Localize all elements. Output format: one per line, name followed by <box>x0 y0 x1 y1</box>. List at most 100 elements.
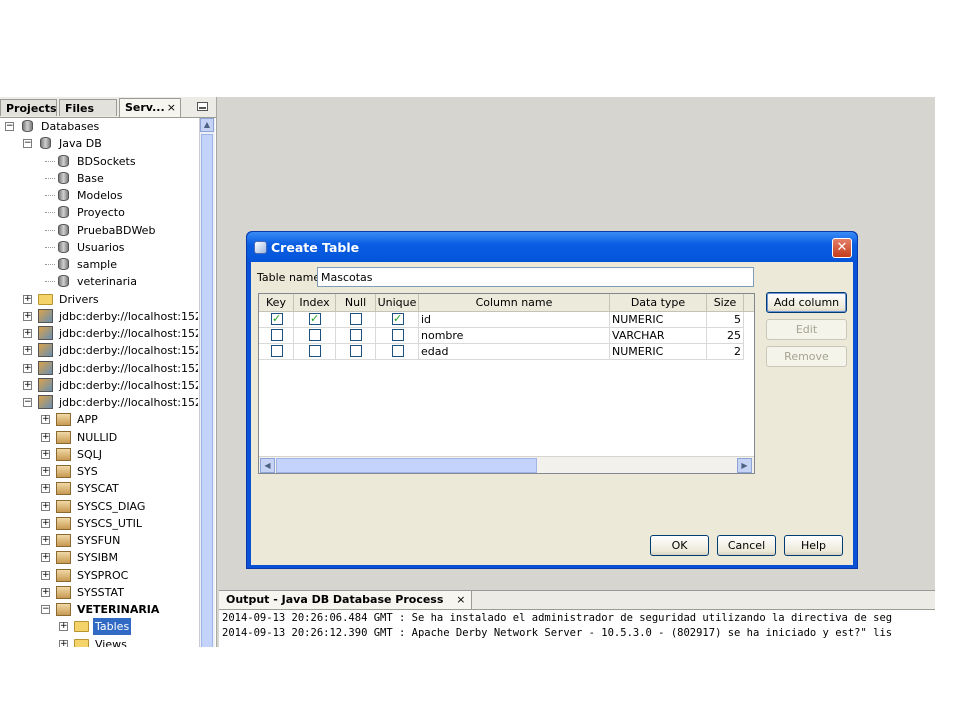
tree-node[interactable]: + SYSSTAT <box>0 584 198 601</box>
table-cell-name[interactable]: id <box>419 312 610 328</box>
scroll-up-arrow-icon[interactable]: ▲ <box>200 118 214 132</box>
expand-icon[interactable]: + <box>41 518 50 528</box>
expand-icon[interactable]: + <box>41 484 50 494</box>
expand-icon[interactable]: + <box>41 449 50 459</box>
close-icon[interactable]: × <box>456 591 465 609</box>
table-cell-size[interactable]: 5 <box>707 312 744 328</box>
table-row[interactable]: nombre VARCHAR 25 <box>259 328 754 344</box>
scrollbar-thumb[interactable] <box>201 134 213 647</box>
expand-icon[interactable]: + <box>23 346 32 356</box>
column-header-type[interactable]: Data type <box>610 294 707 311</box>
column-header-unique[interactable]: Unique <box>376 294 419 311</box>
tree-node[interactable]: Usuarios <box>0 239 198 256</box>
index-checkbox[interactable] <box>309 312 321 326</box>
tree-node[interactable]: Proyecto <box>0 204 198 221</box>
expand-icon[interactable]: + <box>41 432 50 442</box>
expand-icon[interactable]: + <box>59 639 68 647</box>
expand-icon[interactable]: + <box>41 570 50 580</box>
edit-button[interactable]: Edit <box>766 319 847 340</box>
dialog-title-bar[interactable]: Create Table ✕ <box>247 232 857 262</box>
expand-icon[interactable]: + <box>41 536 50 545</box>
tree-node[interactable]: sample <box>0 256 198 273</box>
expand-icon[interactable]: + <box>41 415 50 425</box>
table-row[interactable]: edad NUMERIC 2 <box>259 344 754 360</box>
tree-node[interactable]: + NULLID <box>0 429 198 446</box>
key-checkbox[interactable] <box>271 345 283 357</box>
index-checkbox[interactable] <box>309 345 321 357</box>
null-checkbox[interactable] <box>350 313 362 325</box>
expand-icon[interactable]: + <box>23 363 32 373</box>
table-cell-size[interactable]: 25 <box>707 328 744 344</box>
collapse-icon[interactable]: − <box>41 605 50 614</box>
cancel-button[interactable]: Cancel <box>717 535 776 556</box>
null-checkbox[interactable] <box>350 345 362 357</box>
collapse-icon[interactable]: − <box>23 398 32 407</box>
tree-node[interactable]: veterinaria <box>0 273 198 290</box>
table-horizontal-scrollbar[interactable]: ◀ ▶ <box>259 456 754 473</box>
tree-node[interactable]: + Drivers <box>0 291 198 308</box>
collapse-icon[interactable]: − <box>5 122 14 131</box>
collapse-icon[interactable]: − <box>23 139 32 149</box>
table-cell-name[interactable]: nombre <box>419 328 610 344</box>
tree-node[interactable]: + jdbc:derby://localhost:1527/s <box>0 377 198 394</box>
scroll-right-arrow-icon[interactable]: ▶ <box>737 458 752 473</box>
column-header-key[interactable]: Key <box>259 294 294 311</box>
tree-node[interactable]: + Views <box>0 636 198 647</box>
tree-node[interactable]: − Java DB <box>0 135 198 152</box>
help-button[interactable]: Help <box>784 535 843 556</box>
expand-icon[interactable]: + <box>59 622 68 632</box>
tree-node[interactable]: − VETERINARIA <box>0 601 198 618</box>
column-header-index[interactable]: Index <box>294 294 336 311</box>
tree-node[interactable]: − jdbc:derby://localhost:1527/v <box>0 394 198 411</box>
tree-node[interactable]: + SYSFUN <box>0 532 198 549</box>
tab-services[interactable]: Serv... × <box>119 98 181 117</box>
table-cell-name[interactable]: edad <box>419 344 610 360</box>
table-row[interactable]: idNUMERIC5 <box>259 312 754 328</box>
tree-node[interactable]: BDSockets <box>0 153 198 170</box>
column-header-null[interactable]: Null <box>336 294 376 311</box>
expand-icon[interactable]: + <box>41 553 50 563</box>
tree-node[interactable]: − Databases <box>0 118 198 135</box>
tree-node[interactable]: + jdbc:derby://localhost:1527/P <box>0 360 198 377</box>
tree-node[interactable]: + jdbc:derby://localhost:1527/P <box>0 342 198 359</box>
tree-node[interactable]: + APP <box>0 411 198 428</box>
expand-icon[interactable]: + <box>41 587 50 597</box>
unique-checkbox[interactable] <box>392 312 404 326</box>
key-checkbox[interactable] <box>271 329 283 341</box>
add-column-button[interactable]: Add column <box>766 292 847 313</box>
expand-icon[interactable]: + <box>41 467 50 476</box>
column-header-name[interactable]: Column name <box>419 294 610 311</box>
tree-vertical-scrollbar[interactable]: ▲ <box>199 118 215 647</box>
unique-checkbox[interactable] <box>392 329 404 341</box>
tree-node[interactable]: + SYSPROC <box>0 567 198 584</box>
expand-icon[interactable]: + <box>23 311 32 321</box>
tree-node[interactable]: Modelos <box>0 187 198 204</box>
tree-node[interactable]: + SYSCS_UTIL <box>0 515 198 532</box>
minimize-icon[interactable] <box>197 102 208 111</box>
expand-icon[interactable]: + <box>41 501 50 511</box>
null-checkbox[interactable] <box>350 329 362 341</box>
remove-button[interactable]: Remove <box>766 346 847 367</box>
tree-node[interactable]: + SQLJ <box>0 446 198 463</box>
tab-projects[interactable]: Projects <box>0 99 57 116</box>
expand-icon[interactable]: + <box>23 329 32 338</box>
close-icon[interactable]: ✕ <box>832 238 852 258</box>
tree-node[interactable]: Base <box>0 170 198 187</box>
table-cell-size[interactable]: 2 <box>707 344 744 360</box>
tree-node[interactable]: + jdbc:derby://localhost:1527/B <box>0 325 198 342</box>
table-cell-type[interactable]: VARCHAR <box>610 328 707 344</box>
table-name-input[interactable] <box>317 267 754 287</box>
tree-node[interactable]: PruebaBDWeb <box>0 222 198 239</box>
index-checkbox[interactable] <box>309 329 321 341</box>
tab-files[interactable]: Files <box>59 99 117 116</box>
tree-node[interactable]: + jdbc:derby://localhost:1527/B <box>0 308 198 325</box>
scrollbar-thumb[interactable] <box>276 458 537 473</box>
close-icon[interactable]: × <box>167 99 176 116</box>
scroll-left-arrow-icon[interactable]: ◀ <box>260 458 275 473</box>
unique-checkbox[interactable] <box>392 345 404 357</box>
tree-node[interactable]: + SYSIBM <box>0 549 198 566</box>
expand-icon[interactable]: + <box>23 294 32 304</box>
tree-node[interactable]: + Tables <box>0 618 198 636</box>
table-cell-type[interactable]: NUMERIC <box>610 312 707 328</box>
expand-icon[interactable]: + <box>23 380 32 390</box>
